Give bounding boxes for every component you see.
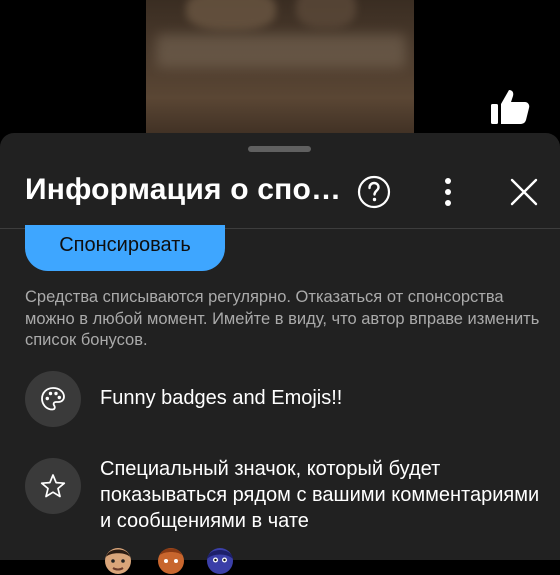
close-button[interactable] (502, 170, 546, 214)
drag-handle[interactable] (248, 146, 311, 152)
help-button[interactable] (354, 172, 394, 212)
video-frame (146, 0, 414, 140)
help-circle-icon (357, 175, 391, 209)
benefit-label: Специальный значок, который будет показы… (100, 458, 540, 532)
emoji-man-face-icon (102, 543, 134, 575)
billing-info-text: Средства списываются регулярно. Отказать… (25, 288, 540, 349)
blurred-caption (156, 34, 406, 68)
video-figure (296, 0, 356, 28)
palette-icon (41, 387, 65, 411)
star-icon (40, 474, 66, 498)
more-button[interactable] (430, 172, 466, 212)
close-icon (510, 178, 538, 206)
benefit-label: Funny badges and Emojis!! (100, 387, 343, 409)
video-figure (186, 0, 276, 30)
video-player[interactable] (0, 0, 560, 140)
emoji-blue-face-icon (204, 543, 236, 575)
thumbs-up-icon[interactable] (488, 86, 532, 130)
more-vertical-icon (445, 178, 451, 206)
sheet-title: Информация о спо… (25, 173, 342, 206)
benefit-icon-circle (25, 458, 81, 514)
sponsor-button-label: Спонсировать (59, 233, 191, 256)
sponsor-button[interactable]: Спонсировать (25, 225, 225, 271)
sponsorship-sheet: Информация о спо… Спонсировать Средства … (0, 133, 560, 574)
emoji-orange-face-icon (155, 543, 187, 575)
benefit-icon-circle (25, 371, 81, 427)
